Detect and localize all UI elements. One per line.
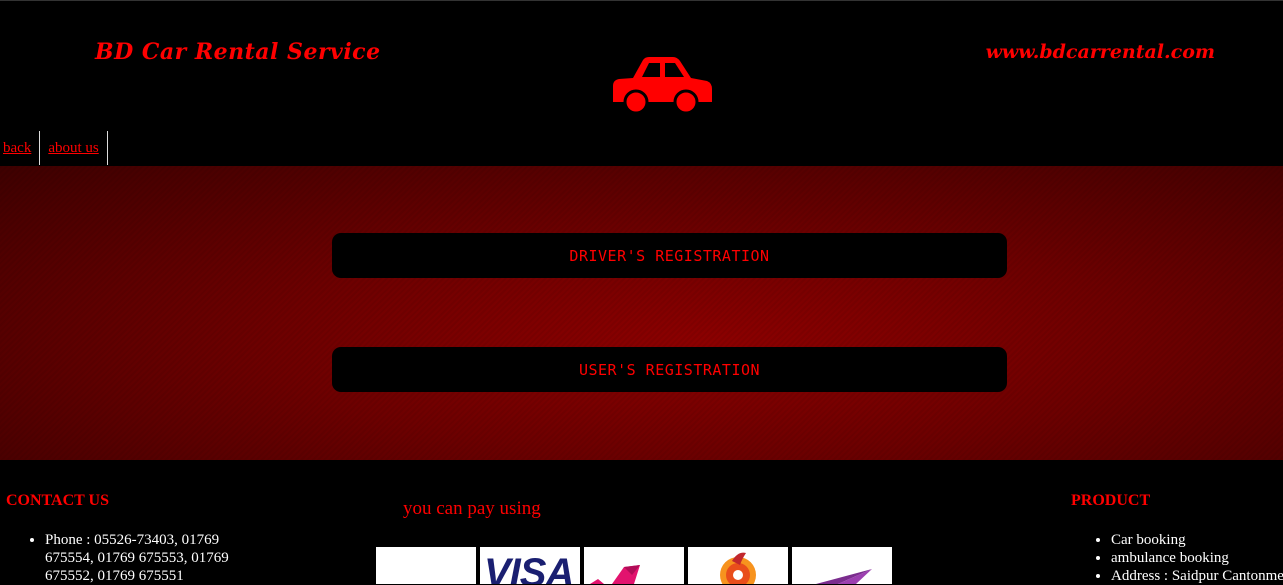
- contact-list: Phone : 05526-73403, 01769 675554, 01769…: [25, 531, 270, 585]
- contact-us-title: CONTACT US: [6, 492, 109, 509]
- registration-panel: DRIVER'S REGISTRATION USER'S REGISTRATIO…: [0, 166, 1283, 460]
- product-ambulance-booking: ambulance booking: [1111, 549, 1283, 567]
- nav-about-us-link[interactable]: about us: [40, 131, 108, 165]
- nav-back-link[interactable]: back: [0, 131, 41, 165]
- product-list: Car booking ambulance booking Address : …: [1091, 531, 1283, 585]
- product-address: Address : Saidpur Cantonment: [1111, 567, 1283, 585]
- payment-arrow-logo: [792, 547, 892, 584]
- bkash-logo: [584, 547, 684, 584]
- brand-title: BD Car Rental Service: [95, 39, 381, 65]
- rocket-logo: [688, 547, 788, 584]
- product-car-booking: Car booking: [1111, 531, 1283, 549]
- driver-registration-button[interactable]: DRIVER'S REGISTRATION: [332, 233, 1007, 278]
- user-registration-button[interactable]: USER'S REGISTRATION: [332, 347, 1007, 392]
- product-title: PRODUCT: [1071, 492, 1151, 509]
- website-address: www.bdcarrental.com: [985, 41, 1215, 63]
- blank-logo: [376, 547, 476, 584]
- payment-title: you can pay using: [403, 498, 541, 519]
- visa-logo: VISA: [480, 547, 580, 584]
- contact-phone: Phone : 05526-73403, 01769 675554, 01769…: [45, 531, 270, 585]
- site-footer: CONTACT US Phone : 05526-73403, 01769 67…: [0, 460, 1283, 584]
- site-header: BD Car Rental Service www.bdcarrental.co…: [0, 1, 1283, 131]
- nav-bar: back about us: [0, 131, 108, 165]
- payment-logos: VISA: [376, 547, 892, 584]
- car-icon: [613, 57, 712, 115]
